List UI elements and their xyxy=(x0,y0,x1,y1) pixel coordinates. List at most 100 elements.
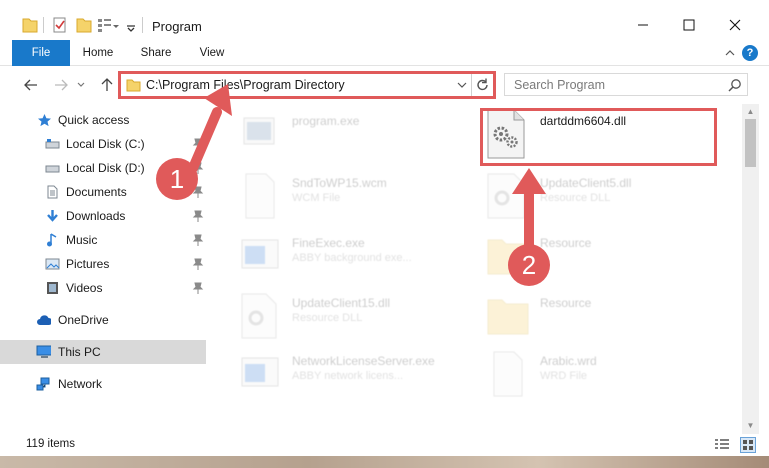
vertical-scrollbar[interactable]: ▲ ▼ xyxy=(742,104,759,434)
documents-icon xyxy=(47,185,58,199)
nav-item-label: Local Disk (D:) xyxy=(66,161,145,175)
details-view-icon[interactable] xyxy=(714,438,730,452)
nav-item-local-disk-c[interactable]: Local Disk (C:) xyxy=(0,132,206,156)
file-description: WCM File xyxy=(292,192,341,204)
search-input[interactable] xyxy=(514,76,714,93)
file-name: SndToWP15.wcm xyxy=(292,176,387,190)
file-name: Resource xyxy=(540,236,592,250)
nav-item-pictures[interactable]: Pictures xyxy=(0,252,206,276)
quick-access-divider xyxy=(43,17,44,33)
drive-icon xyxy=(45,165,60,173)
file-item-arabic-wrd[interactable]: Arabic.wrd WRD File xyxy=(484,348,724,406)
tab-view[interactable]: View xyxy=(190,40,234,66)
file-description: Resource DLL xyxy=(540,192,611,204)
file-item-updateclient15-dll[interactable]: UpdateClient15.dll Resource DLL xyxy=(236,290,476,348)
large-icons-view-icon[interactable] xyxy=(740,437,756,453)
dll-highlight-box xyxy=(480,108,717,166)
maximize-button[interactable] xyxy=(666,11,712,39)
nav-item-label: Downloads xyxy=(66,209,126,223)
minimize-button[interactable] xyxy=(620,11,666,39)
forward-button[interactable] xyxy=(50,74,72,96)
address-row: C:\Program Files\Program Directory xyxy=(0,66,769,104)
address-bar[interactable]: C:\Program Files\Program Directory xyxy=(118,71,496,99)
file-description: ABBY background exe... xyxy=(292,252,412,264)
scroll-up-icon[interactable]: ▲ xyxy=(746,107,755,116)
search-box[interactable] xyxy=(504,73,748,96)
file-item-program-exe[interactable]: program.exe xyxy=(236,108,476,166)
download-arrow-icon xyxy=(47,210,58,222)
arrow-left-icon xyxy=(24,79,37,91)
cloud-icon xyxy=(37,315,51,325)
search-icon[interactable] xyxy=(728,78,742,92)
exe-icon xyxy=(243,117,275,145)
nav-item-videos[interactable]: Videos xyxy=(0,276,206,300)
close-icon xyxy=(729,19,741,31)
help-icon[interactable]: ? xyxy=(742,45,758,61)
chevron-down-icon[interactable] xyxy=(457,81,467,89)
dll-gear-icon xyxy=(487,173,525,219)
music-note-icon xyxy=(47,233,57,247)
recent-locations-button[interactable] xyxy=(74,74,88,96)
item-count: 119 items xyxy=(26,438,76,450)
back-button[interactable] xyxy=(20,74,42,96)
title-bar: Program xyxy=(0,0,769,40)
address-divider xyxy=(471,74,472,96)
pin-icon[interactable] xyxy=(192,257,204,271)
file-item-updateclient5-dll[interactable]: UpdateClient5.dll Resource DLL xyxy=(484,170,724,228)
file-name: Arabic.wrd xyxy=(540,354,597,368)
tab-file[interactable]: File xyxy=(12,40,70,66)
desktop-background-strip xyxy=(0,456,769,468)
file-name: program.exe xyxy=(292,114,360,128)
new-folder-icon[interactable] xyxy=(76,16,92,34)
pin-icon[interactable] xyxy=(192,209,204,223)
exe-window-icon xyxy=(241,357,279,387)
star-icon xyxy=(38,114,51,127)
status-bar: 119 items xyxy=(0,434,769,456)
file-item-sndtowp15-wcm[interactable]: SndToWP15.wcm WCM File xyxy=(236,170,476,228)
customize-toolbar-icon[interactable] xyxy=(97,16,119,34)
chevron-down-icon[interactable] xyxy=(126,16,136,34)
blank-file-icon xyxy=(493,351,523,397)
drive-icon xyxy=(45,139,60,149)
nav-item-this-pc[interactable]: This PC xyxy=(0,340,206,364)
nav-item-label: Pictures xyxy=(66,257,110,271)
pictures-icon xyxy=(45,258,60,270)
chevron-down-icon xyxy=(77,82,85,87)
refresh-icon[interactable] xyxy=(476,77,490,93)
folder-icon[interactable] xyxy=(22,16,38,34)
nav-item-label: Documents xyxy=(66,185,127,199)
tab-share[interactable]: Share xyxy=(134,40,178,66)
file-item-fineexec-exe[interactable]: FineExec.exe ABBY background exe... xyxy=(236,230,476,288)
arrow-right-icon xyxy=(55,79,68,91)
arrow-up-icon xyxy=(101,78,113,91)
folder-icon xyxy=(487,299,529,335)
file-item-networklicenseserver-exe[interactable]: NetworkLicenseServer.exe ABBY network li… xyxy=(236,348,476,406)
nav-item-label: Local Disk (C:) xyxy=(66,137,145,151)
properties-icon[interactable] xyxy=(52,16,68,34)
maximize-icon xyxy=(683,19,695,31)
nav-item-label: This PC xyxy=(58,345,101,359)
ribbon-expand-icon[interactable] xyxy=(725,49,735,57)
file-name: FineExec.exe xyxy=(292,236,365,250)
close-button[interactable] xyxy=(712,11,758,39)
nav-item-network[interactable]: Network xyxy=(0,372,206,396)
computer-icon xyxy=(36,345,51,358)
pin-icon[interactable] xyxy=(192,233,204,247)
file-description: ABBY network licens... xyxy=(292,370,404,382)
scroll-down-icon[interactable]: ▼ xyxy=(746,421,755,430)
network-icon xyxy=(36,377,50,391)
nav-item-downloads[interactable]: Downloads xyxy=(0,204,206,228)
nav-item-label: Videos xyxy=(66,281,103,295)
ribbon-tabs: File Home Share View ? xyxy=(0,40,769,66)
file-name: Resource xyxy=(540,296,592,310)
nav-item-quick-access[interactable]: Quick access xyxy=(0,108,206,132)
pin-icon[interactable] xyxy=(192,281,204,295)
pin-icon[interactable] xyxy=(192,137,204,151)
nav-item-music[interactable]: Music xyxy=(0,228,206,252)
folder-icon xyxy=(126,79,141,92)
file-item-resource-folder-2[interactable]: Resource xyxy=(484,290,724,348)
tab-home[interactable]: Home xyxy=(76,40,120,66)
up-button[interactable] xyxy=(96,74,118,96)
nav-item-onedrive[interactable]: OneDrive xyxy=(0,308,206,332)
scrollbar-thumb[interactable] xyxy=(745,119,756,167)
